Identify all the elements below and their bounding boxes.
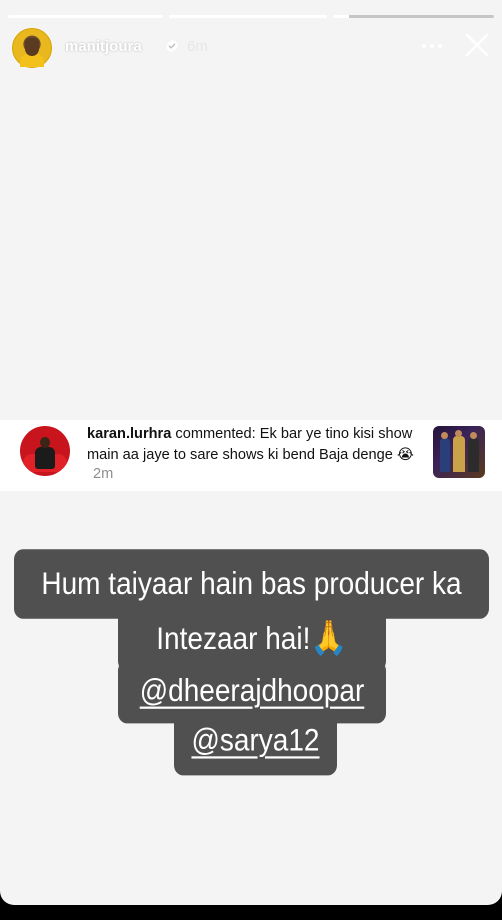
thumb-person: [453, 436, 465, 472]
comment-timestamp: 2m: [93, 466, 114, 482]
thumb-person: [468, 438, 479, 472]
story-timestamp: 6m: [187, 38, 208, 55]
thumb-face: [441, 432, 448, 439]
thumb-face: [470, 432, 477, 439]
story-username[interactable]: manitjoura: [65, 38, 142, 55]
bottom-bar: [0, 905, 502, 920]
progress-segment: [169, 15, 327, 18]
story-progress-bars: [8, 15, 494, 18]
avatar-figure-body: [35, 447, 55, 469]
story-header: manitjoura 6m: [12, 26, 490, 68]
progress-fill: [169, 15, 327, 18]
thumb-person: [440, 438, 450, 472]
progress-segment: [333, 15, 494, 18]
commenter-avatar: [20, 426, 70, 476]
caption-line-2-text: Intezaar hai!: [156, 620, 311, 656]
avatar-figure-head: [40, 437, 50, 448]
progress-segment: [8, 15, 163, 18]
comment-action: commented:: [175, 426, 256, 442]
avatar-figure-face: [25, 38, 39, 56]
profile-avatar[interactable]: [12, 28, 52, 68]
comment-username: karan.lurhra: [87, 426, 172, 442]
post-thumbnail[interactable]: [433, 426, 485, 478]
progress-fill: [333, 15, 350, 18]
comment-reply-card[interactable]: karan.lurhra commented: Ek bar ye tino k…: [0, 420, 502, 491]
progress-fill: [8, 15, 163, 18]
mention-link[interactable]: @dheerajdhoopar: [140, 673, 365, 708]
praying-hands-emoji: 🙏: [310, 618, 348, 658]
mention-link[interactable]: @sarya12: [191, 723, 319, 758]
more-options-icon[interactable]: [420, 38, 444, 54]
comment-text: karan.lurhra commented: Ek bar ye tino k…: [87, 425, 425, 485]
thumb-face: [455, 430, 462, 437]
crying-emoji: 😭: [396, 445, 414, 463]
caption-mention-sarya12[interactable]: @sarya12: [174, 712, 337, 776]
close-icon[interactable]: [464, 32, 490, 58]
story-viewer[interactable]: manitjoura 6m karan.lurhra commented: Ek…: [0, 0, 502, 905]
verified-badge-icon: [166, 39, 178, 53]
